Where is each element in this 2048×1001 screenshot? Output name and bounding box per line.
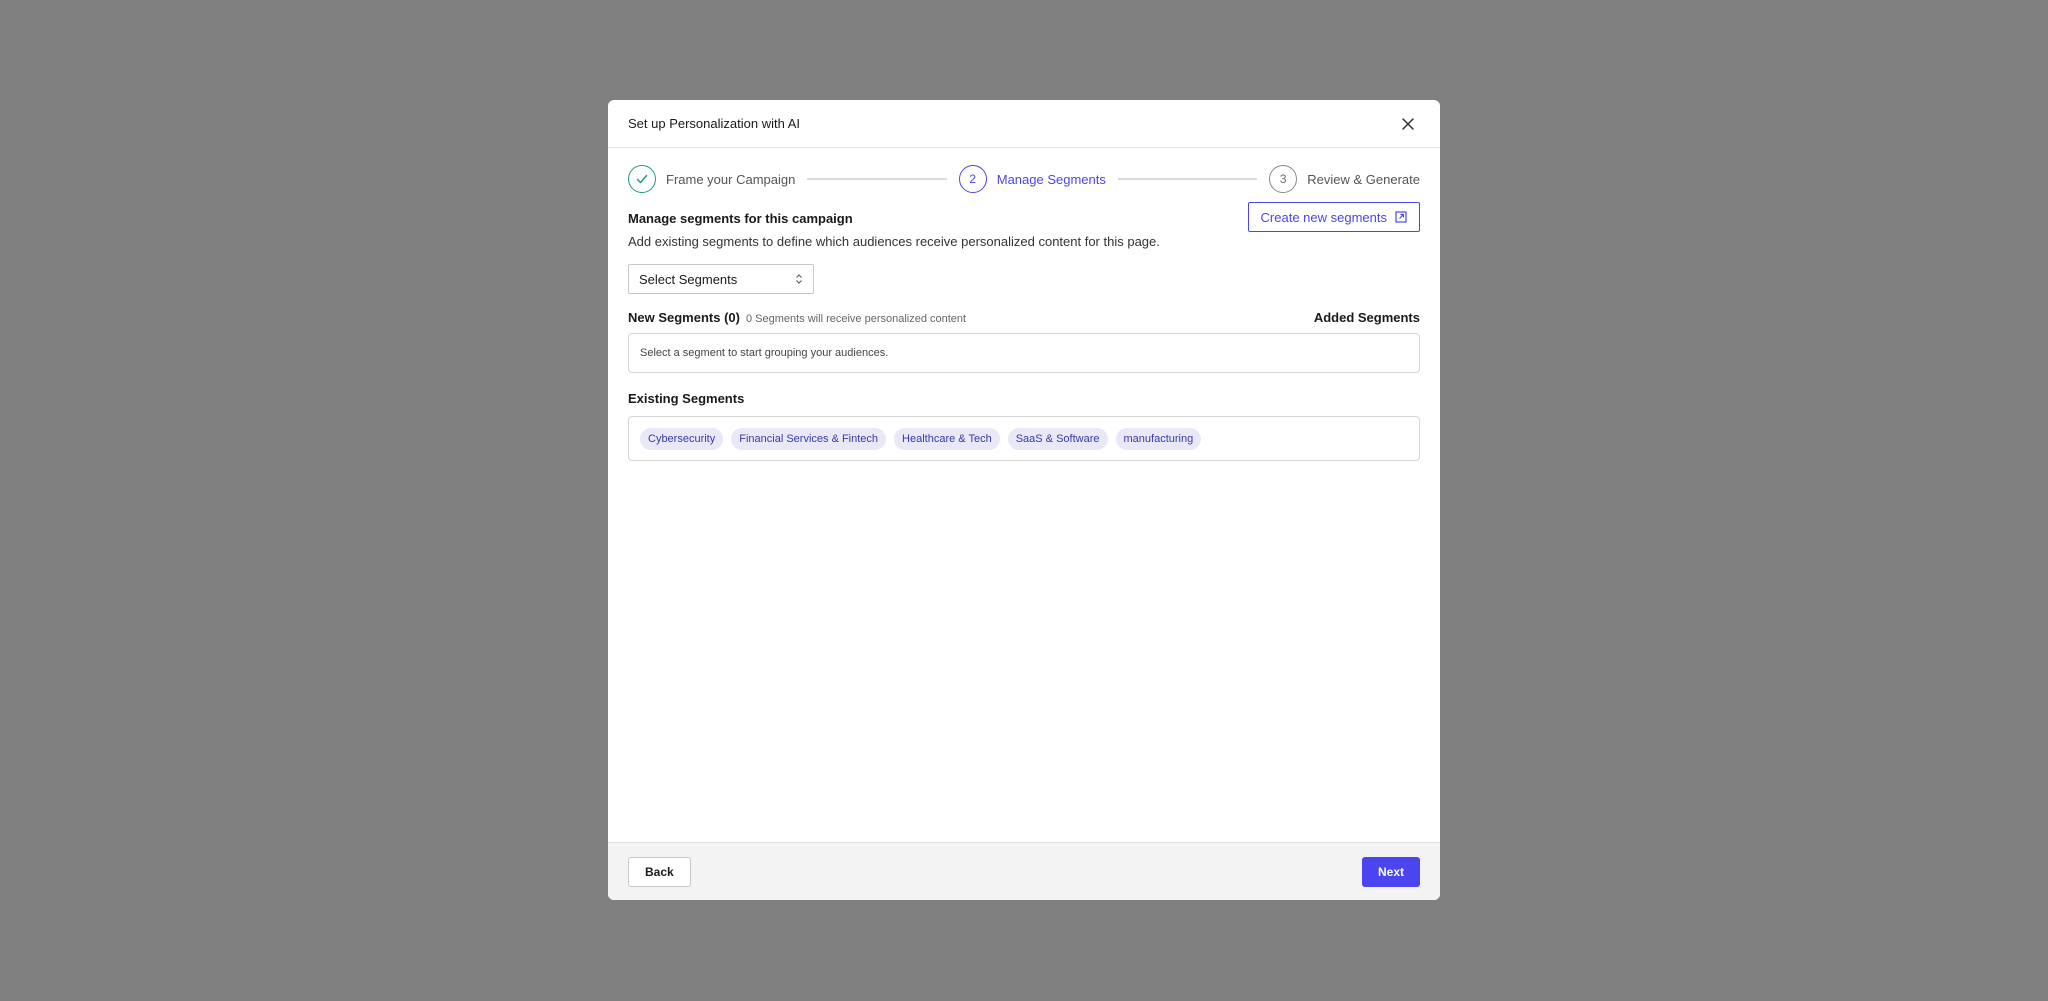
modal-body: Frame your Campaign 2 Manage Segments 3 … [608,148,1440,842]
modal-header: Set up Personalization with AI [608,100,1440,148]
create-button-label: Create new segments [1260,209,1387,225]
step-number: 3 [1269,165,1298,193]
back-button[interactable]: Back [628,856,691,887]
personalization-modal: Set up Personalization with AI Frame you… [608,100,1440,900]
section-title: Manage segments for this campaign [628,211,853,226]
modal-title: Set up Personalization with AI [628,116,800,131]
step-label: Review & Generate [1307,171,1420,187]
create-new-segments-button[interactable]: Create new segments [1247,202,1420,232]
step-frame-campaign[interactable]: Frame your Campaign [628,165,795,193]
modal-footer: Back Next [608,842,1440,900]
manage-segments-section: Manage segments for this campaign Add ex… [628,202,1420,250]
existing-segments-title: Existing Segments [628,391,745,406]
step-connector [807,178,947,180]
step-connector [1117,178,1258,180]
next-button[interactable]: Next [1361,856,1420,887]
select-segments-dropdown[interactable]: Select Segments [628,264,814,294]
segment-chip[interactable]: Healthcare & Tech [894,427,1000,450]
close-icon [1402,117,1414,130]
empty-state-text: Select a segment to start grouping your … [640,347,889,359]
check-icon [628,165,656,193]
segment-chip[interactable]: Financial Services & Fintech [731,427,887,450]
select-value: Select Segments [639,271,738,287]
existing-segments-list: Cybersecurity Financial Services & Finte… [628,416,1420,461]
step-review-generate[interactable]: 3 Review & Generate [1269,165,1420,193]
stepper: Frame your Campaign 2 Manage Segments 3 … [628,148,1420,210]
close-button[interactable] [1396,112,1420,136]
section-description: Add existing segments to define which au… [628,234,1160,249]
segment-chip[interactable]: manufacturing [1115,427,1202,450]
new-segments-header: New Segments (0) 0 Segments will receive… [628,310,1420,325]
step-number: 2 [958,165,987,193]
step-label: Frame your Campaign [666,171,796,187]
sort-arrows-icon [796,274,802,284]
new-segments-note: 0 Segments will receive personalized con… [745,313,967,325]
step-label: Manage Segments [996,171,1106,187]
external-link-icon [1395,211,1407,223]
step-manage-segments[interactable]: 2 Manage Segments [958,165,1106,193]
new-segments-dropzone: Select a segment to start grouping your … [628,333,1420,373]
added-segments-label: Added Segments [1313,310,1420,325]
segment-chip[interactable]: SaaS & Software [1007,427,1108,450]
segment-chip[interactable]: Cybersecurity [640,427,724,450]
new-segments-title: New Segments (0) [628,310,740,325]
